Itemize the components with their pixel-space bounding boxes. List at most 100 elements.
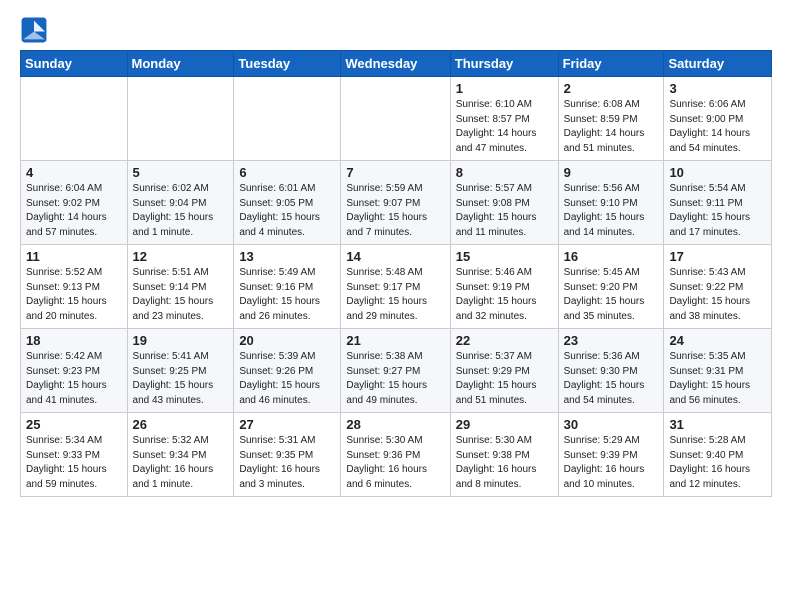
calendar-cell: 8 Sunrise: 5:57 AMSunset: 9:08 PMDaylight… bbox=[450, 161, 558, 245]
day-info: Sunrise: 5:36 AMSunset: 9:30 PMDaylight:… bbox=[564, 350, 659, 408]
calendar-cell: 13 Sunrise: 5:49 AMSunset: 9:16 PMDayligh… bbox=[234, 245, 341, 329]
calendar-cell: 26 Sunrise: 5:32 AMSunset: 9:34 PMDayligh… bbox=[127, 413, 234, 497]
day-number: 18 bbox=[26, 333, 122, 348]
calendar-week-row: 18 Sunrise: 5:42 AMSunset: 9:23 PMDayligh… bbox=[21, 329, 772, 413]
day-of-week-header: Monday bbox=[127, 51, 234, 77]
day-number: 13 bbox=[239, 249, 335, 264]
day-number: 22 bbox=[456, 333, 553, 348]
day-number: 15 bbox=[456, 249, 553, 264]
day-info: Sunrise: 6:06 AMSunset: 9:00 PMDaylight:… bbox=[669, 98, 766, 156]
calendar-cell: 1 Sunrise: 6:10 AMSunset: 8:57 PMDaylight… bbox=[450, 77, 558, 161]
day-number: 1 bbox=[456, 81, 553, 96]
day-of-week-header: Saturday bbox=[664, 51, 772, 77]
calendar-cell: 27 Sunrise: 5:31 AMSunset: 9:35 PMDayligh… bbox=[234, 413, 341, 497]
day-info: Sunrise: 6:08 AMSunset: 8:59 PMDaylight:… bbox=[564, 98, 659, 156]
calendar-cell: 28 Sunrise: 5:30 AMSunset: 9:36 PMDayligh… bbox=[341, 413, 450, 497]
day-info: Sunrise: 6:02 AMSunset: 9:04 PMDaylight:… bbox=[133, 182, 229, 240]
calendar-cell bbox=[127, 77, 234, 161]
calendar-cell: 22 Sunrise: 5:37 AMSunset: 9:29 PMDayligh… bbox=[450, 329, 558, 413]
calendar-cell: 3 Sunrise: 6:06 AMSunset: 9:00 PMDaylight… bbox=[664, 77, 772, 161]
day-number: 11 bbox=[26, 249, 122, 264]
day-info: Sunrise: 5:48 AMSunset: 9:17 PMDaylight:… bbox=[346, 266, 444, 324]
day-number: 19 bbox=[133, 333, 229, 348]
calendar-cell: 10 Sunrise: 5:54 AMSunset: 9:11 PMDayligh… bbox=[664, 161, 772, 245]
day-info: Sunrise: 5:37 AMSunset: 9:29 PMDaylight:… bbox=[456, 350, 553, 408]
page: SundayMondayTuesdayWednesdayThursdayFrid… bbox=[0, 0, 792, 513]
day-info: Sunrise: 5:34 AMSunset: 9:33 PMDaylight:… bbox=[26, 434, 122, 492]
logo-icon bbox=[20, 16, 48, 44]
calendar-cell: 31 Sunrise: 5:28 AMSunset: 9:40 PMDayligh… bbox=[664, 413, 772, 497]
day-number: 26 bbox=[133, 417, 229, 432]
day-info: Sunrise: 5:59 AMSunset: 9:07 PMDaylight:… bbox=[346, 182, 444, 240]
day-info: Sunrise: 5:42 AMSunset: 9:23 PMDaylight:… bbox=[26, 350, 122, 408]
day-of-week-header: Wednesday bbox=[341, 51, 450, 77]
logo bbox=[20, 16, 52, 44]
calendar-week-row: 11 Sunrise: 5:52 AMSunset: 9:13 PMDayligh… bbox=[21, 245, 772, 329]
day-info: Sunrise: 5:57 AMSunset: 9:08 PMDaylight:… bbox=[456, 182, 553, 240]
calendar-cell bbox=[341, 77, 450, 161]
calendar-cell: 2 Sunrise: 6:08 AMSunset: 8:59 PMDaylight… bbox=[558, 77, 664, 161]
day-info: Sunrise: 6:04 AMSunset: 9:02 PMDaylight:… bbox=[26, 182, 122, 240]
calendar-cell: 29Sunrise: 5:30 AMSunset: 9:38 PMDayligh… bbox=[450, 413, 558, 497]
day-info: Sunrise: 5:28 AMSunset: 9:40 PMDaylight:… bbox=[669, 434, 766, 492]
day-info: Sunrise: 5:56 AMSunset: 9:10 PMDaylight:… bbox=[564, 182, 659, 240]
calendar-header-row: SundayMondayTuesdayWednesdayThursdayFrid… bbox=[21, 51, 772, 77]
day-info: Sunrise: 5:54 AMSunset: 9:11 PMDaylight:… bbox=[669, 182, 766, 240]
day-number: 30 bbox=[564, 417, 659, 432]
day-number: 9 bbox=[564, 165, 659, 180]
day-info: Sunrise: 5:32 AMSunset: 9:34 PMDaylight:… bbox=[133, 434, 229, 492]
day-number: 8 bbox=[456, 165, 553, 180]
day-info: Sunrise: 5:39 AMSunset: 9:26 PMDaylight:… bbox=[239, 350, 335, 408]
calendar-week-row: 25 Sunrise: 5:34 AMSunset: 9:33 PMDayligh… bbox=[21, 413, 772, 497]
day-number: 3 bbox=[669, 81, 766, 96]
day-number: 31 bbox=[669, 417, 766, 432]
day-info: Sunrise: 6:01 AMSunset: 9:05 PMDaylight:… bbox=[239, 182, 335, 240]
day-of-week-header: Thursday bbox=[450, 51, 558, 77]
day-number: 29 bbox=[456, 417, 553, 432]
day-number: 2 bbox=[564, 81, 659, 96]
day-number: 25 bbox=[26, 417, 122, 432]
day-number: 7 bbox=[346, 165, 444, 180]
day-number: 12 bbox=[133, 249, 229, 264]
calendar-cell: 17Sunrise: 5:43 AMSunset: 9:22 PMDayligh… bbox=[664, 245, 772, 329]
day-info: Sunrise: 5:46 AMSunset: 9:19 PMDaylight:… bbox=[456, 266, 553, 324]
day-number: 10 bbox=[669, 165, 766, 180]
calendar-cell: 7 Sunrise: 5:59 AMSunset: 9:07 PMDaylight… bbox=[341, 161, 450, 245]
calendar-cell: 30 Sunrise: 5:29 AMSunset: 9:39 PMDayligh… bbox=[558, 413, 664, 497]
day-info: Sunrise: 5:52 AMSunset: 9:13 PMDaylight:… bbox=[26, 266, 122, 324]
day-of-week-header: Tuesday bbox=[234, 51, 341, 77]
calendar-cell: 4 Sunrise: 6:04 AMSunset: 9:02 PMDaylight… bbox=[21, 161, 128, 245]
calendar-cell: 25 Sunrise: 5:34 AMSunset: 9:33 PMDayligh… bbox=[21, 413, 128, 497]
day-info: Sunrise: 5:41 AMSunset: 9:25 PMDaylight:… bbox=[133, 350, 229, 408]
day-info: Sunrise: 5:49 AMSunset: 9:16 PMDaylight:… bbox=[239, 266, 335, 324]
calendar-cell: 23Sunrise: 5:36 AMSunset: 9:30 PMDayligh… bbox=[558, 329, 664, 413]
day-number: 5 bbox=[133, 165, 229, 180]
calendar-cell: 15 Sunrise: 5:46 AMSunset: 9:19 PMDayligh… bbox=[450, 245, 558, 329]
day-number: 20 bbox=[239, 333, 335, 348]
day-number: 27 bbox=[239, 417, 335, 432]
calendar-cell bbox=[234, 77, 341, 161]
day-info: Sunrise: 5:51 AMSunset: 9:14 PMDaylight:… bbox=[133, 266, 229, 324]
day-info: Sunrise: 5:29 AMSunset: 9:39 PMDaylight:… bbox=[564, 434, 659, 492]
calendar-cell: 5 Sunrise: 6:02 AMSunset: 9:04 PMDaylight… bbox=[127, 161, 234, 245]
calendar-week-row: 4 Sunrise: 6:04 AMSunset: 9:02 PMDaylight… bbox=[21, 161, 772, 245]
day-number: 14 bbox=[346, 249, 444, 264]
day-of-week-header: Sunday bbox=[21, 51, 128, 77]
day-info: Sunrise: 5:30 AMSunset: 9:36 PMDaylight:… bbox=[346, 434, 444, 492]
calendar-cell: 6Sunrise: 6:01 AMSunset: 9:05 PMDaylight… bbox=[234, 161, 341, 245]
day-info: Sunrise: 5:43 AMSunset: 9:22 PMDaylight:… bbox=[669, 266, 766, 324]
day-number: 21 bbox=[346, 333, 444, 348]
day-info: Sunrise: 5:38 AMSunset: 9:27 PMDaylight:… bbox=[346, 350, 444, 408]
calendar-cell: 20 Sunrise: 5:39 AMSunset: 9:26 PMDayligh… bbox=[234, 329, 341, 413]
day-number: 24 bbox=[669, 333, 766, 348]
day-number: 28 bbox=[346, 417, 444, 432]
day-info: Sunrise: 6:10 AMSunset: 8:57 PMDaylight:… bbox=[456, 98, 553, 156]
header bbox=[20, 16, 772, 44]
day-number: 16 bbox=[564, 249, 659, 264]
calendar-cell: 9 Sunrise: 5:56 AMSunset: 9:10 PMDaylight… bbox=[558, 161, 664, 245]
day-info: Sunrise: 5:31 AMSunset: 9:35 PMDaylight:… bbox=[239, 434, 335, 492]
calendar-table: SundayMondayTuesdayWednesdayThursdayFrid… bbox=[20, 50, 772, 497]
day-number: 4 bbox=[26, 165, 122, 180]
calendar-cell: 12 Sunrise: 5:51 AMSunset: 9:14 PMDayligh… bbox=[127, 245, 234, 329]
calendar-week-row: 1 Sunrise: 6:10 AMSunset: 8:57 PMDaylight… bbox=[21, 77, 772, 161]
